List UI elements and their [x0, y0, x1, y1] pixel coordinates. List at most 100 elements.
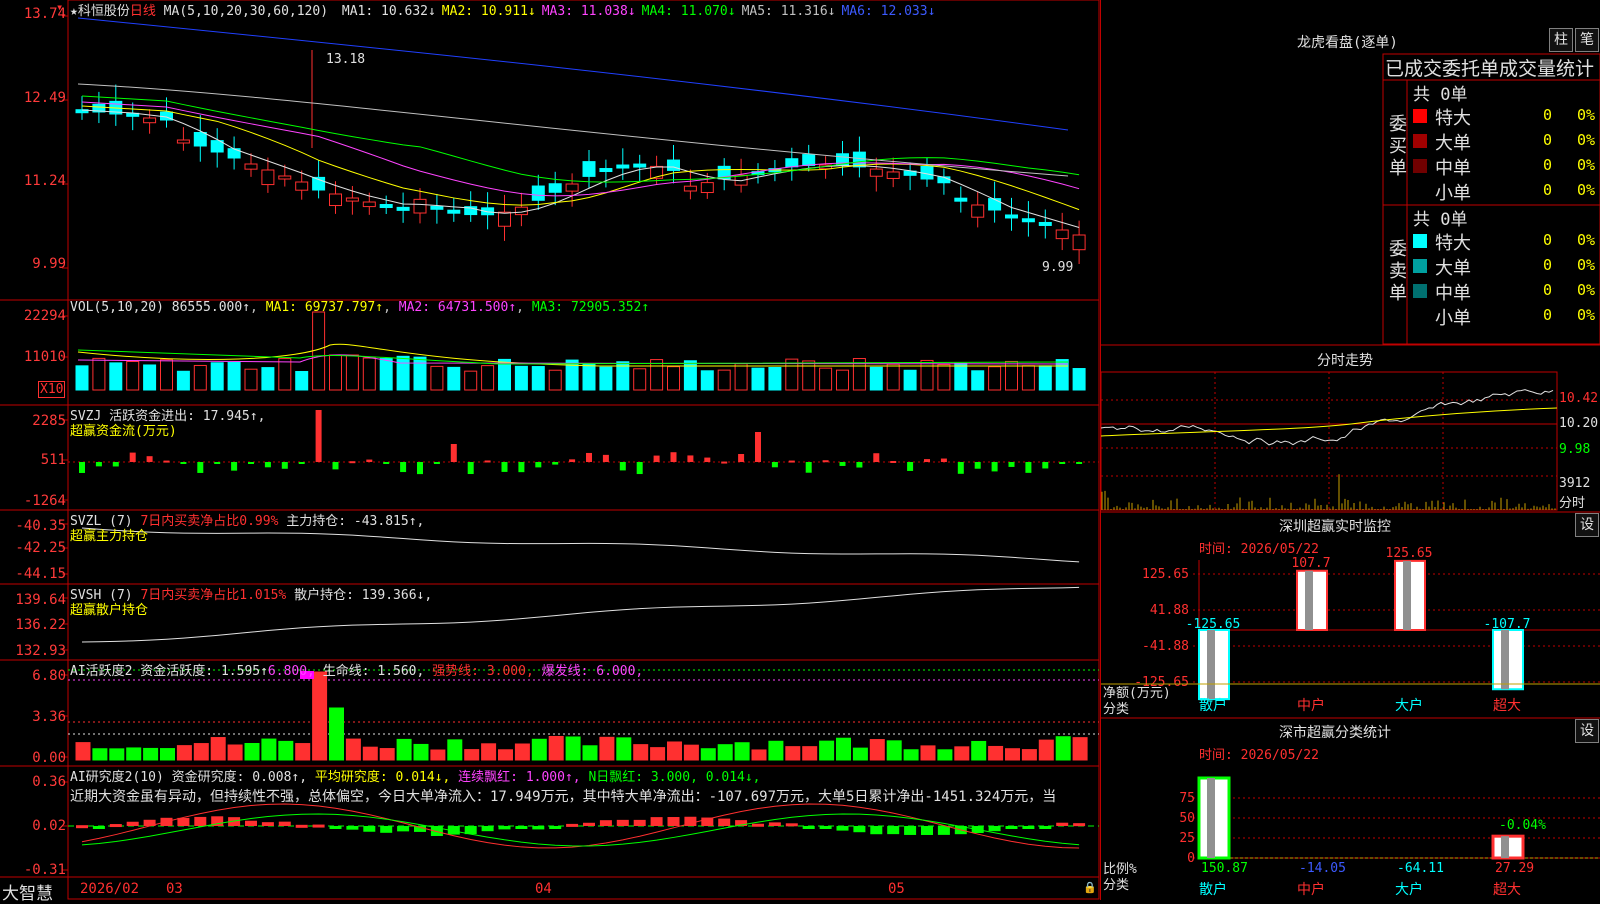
panel-tick: 75	[1179, 791, 1195, 806]
research-bar	[1073, 823, 1086, 827]
activity-bar	[954, 746, 970, 761]
activity-bar	[869, 739, 885, 761]
activity-bar	[1055, 736, 1071, 761]
svzl-tick: -42.25	[15, 540, 66, 556]
candle-body	[1005, 214, 1018, 219]
activity-bar	[244, 742, 260, 761]
volume-bar	[413, 356, 427, 391]
flow-bar	[1008, 462, 1015, 467]
order-count: 0	[1543, 256, 1553, 274]
monitor-settings-button[interactable]: 设	[1575, 513, 1599, 537]
ai2-tick: -0.31	[23, 862, 66, 878]
volume-bar	[1021, 365, 1035, 391]
volume-bar	[971, 370, 985, 391]
flow-bar	[974, 462, 981, 469]
vol-unit-button[interactable]: X10	[38, 381, 66, 398]
flow-bar	[1076, 462, 1083, 464]
candle-body	[413, 198, 427, 214]
lock-icon[interactable]: 🔒	[1083, 881, 1097, 894]
low-price-label: 9.99	[1042, 260, 1074, 275]
activity-bar	[633, 744, 649, 761]
group-total: 共 0单	[1413, 85, 1468, 105]
volume-bar	[633, 368, 647, 391]
activity-bar	[329, 707, 344, 761]
volume-bar	[819, 367, 833, 391]
candle-body	[261, 169, 275, 186]
order-count: 0	[1543, 231, 1553, 249]
group-label-char: 单	[1389, 158, 1407, 179]
flow-bar	[231, 462, 238, 471]
candle-body	[430, 205, 444, 210]
volume-bar	[531, 366, 545, 391]
research-bar	[126, 821, 139, 826]
flow-bar	[315, 410, 322, 462]
flow-bar	[721, 461, 728, 464]
flow-bar	[839, 462, 846, 466]
order-count: 0	[1543, 306, 1553, 324]
activity-bar	[852, 747, 868, 761]
activity-bars	[75, 671, 1088, 761]
main-position-line	[81, 527, 1080, 563]
candle-body	[362, 201, 376, 208]
volume-bar	[650, 359, 664, 391]
bar-mode-button[interactable]: 柱	[1549, 28, 1573, 52]
ai1-tick: 3.36	[32, 709, 66, 725]
period-label[interactable]: 日线	[130, 4, 156, 19]
volume-bar	[1072, 368, 1086, 391]
class-xlabel: 分类	[1103, 878, 1130, 893]
category-label: 散户	[1199, 697, 1227, 714]
activity-bar	[667, 741, 682, 761]
flow-bar	[856, 462, 863, 468]
order-size-label: 特大	[1435, 108, 1471, 129]
activity-bar	[1005, 748, 1020, 761]
tick-mode-button[interactable]: 笔	[1575, 28, 1599, 52]
research-bar	[363, 826, 376, 832]
candle-body	[954, 197, 968, 202]
k-line-chart[interactable]	[0, 0, 1100, 900]
candle-body	[295, 181, 309, 191]
panel-tick: -41.88	[1142, 639, 1189, 654]
stock-name[interactable]: ★科恒股份	[70, 4, 130, 19]
flow-bar	[771, 462, 778, 468]
volume-bars	[75, 311, 1086, 391]
intraday-title: 分时走势	[1317, 353, 1373, 369]
research-bar	[498, 826, 511, 830]
activity-bar	[109, 748, 125, 761]
ma-value-1: MA1: 10.632↓	[341, 4, 436, 19]
class-extra-label: -0.04%	[1499, 818, 1546, 833]
panel-tick: 50	[1179, 811, 1195, 826]
volume-bar	[903, 369, 917, 391]
price-tick: 12.49	[23, 90, 66, 106]
volume-bar	[345, 354, 359, 391]
ma-header: ★科恒股份日线 MA(5,10,20,30,60,120) MA1: 10.63…	[70, 0, 935, 19]
class-settings-button[interactable]: 设	[1575, 719, 1599, 743]
research-bar	[549, 826, 562, 829]
activity-bar	[261, 738, 277, 761]
panel-tick: 25	[1179, 831, 1195, 846]
activity-bar	[650, 747, 666, 761]
chart-area[interactable]: ★科恒股份日线 MA(5,10,20,30,60,120) MA1: 10.63…	[0, 0, 1100, 904]
category-label: 中户	[1297, 697, 1325, 714]
flow-bar	[501, 462, 508, 472]
order-percent: 0%	[1577, 256, 1596, 274]
flow-bar	[433, 462, 440, 464]
intraday-tick: 10.42	[1559, 391, 1599, 406]
activity-bar	[481, 743, 497, 761]
bar-shade	[1207, 778, 1215, 858]
volume-bar	[176, 370, 190, 391]
flow-bar	[602, 454, 609, 462]
ma5-line	[77, 83, 1069, 177]
order-percent: 0%	[1577, 106, 1596, 124]
flow-bar	[805, 462, 812, 473]
volume-bar	[143, 364, 157, 391]
bar-shade	[1501, 630, 1509, 690]
volume-bar	[954, 362, 968, 391]
high-price-label: 13.18	[326, 52, 366, 67]
flow-bar	[670, 452, 677, 462]
candle-body	[379, 204, 393, 209]
volume-bar	[481, 365, 495, 391]
side-panel-graphics: 125.6541.88-41.88-125.65-125.65散户107.7中户…	[1101, 53, 1600, 898]
research-bar	[633, 819, 646, 826]
flow-bar	[788, 460, 795, 463]
volume-bar	[1038, 365, 1052, 391]
